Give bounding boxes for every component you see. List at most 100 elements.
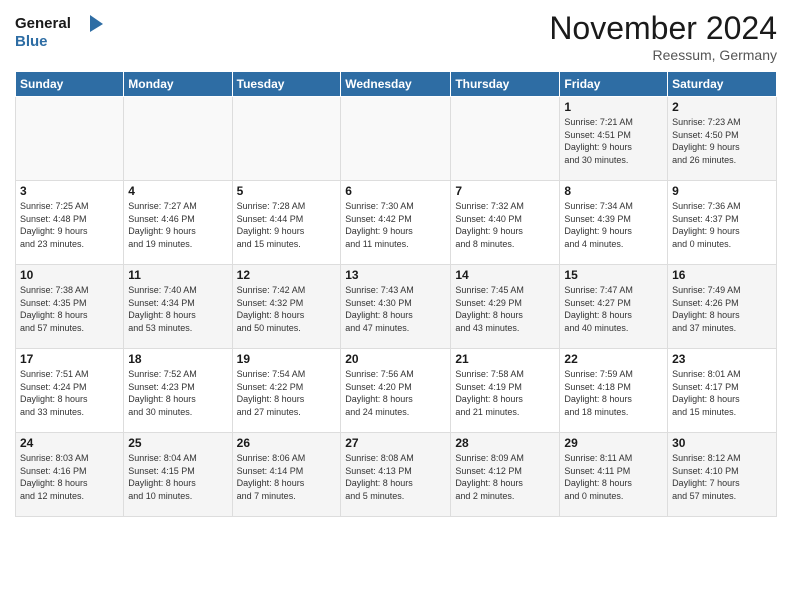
cell-1-2: 5 Sunrise: 7:28 AMSunset: 4:44 PMDaylight…	[232, 181, 341, 265]
header-thursday: Thursday	[451, 72, 560, 97]
logo-svg: General Blue	[15, 10, 105, 50]
day-info: Sunrise: 7:49 AMSunset: 4:26 PMDaylight:…	[672, 284, 772, 334]
week-row-0: 1 Sunrise: 7:21 AMSunset: 4:51 PMDaylight…	[16, 97, 777, 181]
day-number: 1	[564, 100, 663, 114]
day-info: Sunrise: 8:11 AMSunset: 4:11 PMDaylight:…	[564, 452, 663, 502]
cell-3-2: 19 Sunrise: 7:54 AMSunset: 4:22 PMDayligh…	[232, 349, 341, 433]
cell-4-6: 30 Sunrise: 8:12 AMSunset: 4:10 PMDayligh…	[668, 433, 777, 517]
day-info: Sunrise: 7:54 AMSunset: 4:22 PMDaylight:…	[237, 368, 337, 418]
logo: General Blue	[15, 10, 105, 50]
day-number: 6	[345, 184, 446, 198]
calendar-table: Sunday Monday Tuesday Wednesday Thursday…	[15, 71, 777, 517]
day-number: 26	[237, 436, 337, 450]
day-number: 3	[20, 184, 119, 198]
day-number: 18	[128, 352, 227, 366]
calendar-header: Sunday Monday Tuesday Wednesday Thursday…	[16, 72, 777, 97]
cell-1-6: 9Sunrise: 7:36 AMSunset: 4:37 PMDaylight…	[668, 181, 777, 265]
day-number: 21	[455, 352, 555, 366]
day-number: 25	[128, 436, 227, 450]
cell-0-1	[124, 97, 232, 181]
svg-text:Blue: Blue	[15, 33, 48, 50]
day-info: Sunrise: 7:23 AMSunset: 4:50 PMDaylight:…	[672, 116, 772, 166]
day-number: 8	[564, 184, 663, 198]
day-number: 2	[672, 100, 772, 114]
day-number: 28	[455, 436, 555, 450]
cell-1-0: 3 Sunrise: 7:25 AMSunset: 4:48 PMDaylight…	[16, 181, 124, 265]
location: Reessum, Germany	[549, 47, 777, 63]
header-saturday: Saturday	[668, 72, 777, 97]
cell-2-2: 12 Sunrise: 7:42 AMSunset: 4:32 PMDayligh…	[232, 265, 341, 349]
day-number: 10	[20, 268, 119, 282]
calendar-body: 1 Sunrise: 7:21 AMSunset: 4:51 PMDaylight…	[16, 97, 777, 517]
day-info: Sunrise: 7:43 AMSunset: 4:30 PMDaylight:…	[345, 284, 446, 334]
cell-0-5: 1 Sunrise: 7:21 AMSunset: 4:51 PMDaylight…	[560, 97, 668, 181]
day-info: Sunrise: 7:27 AMSunset: 4:46 PMDaylight:…	[128, 200, 227, 250]
day-number: 20	[345, 352, 446, 366]
cell-2-6: 16Sunrise: 7:49 AMSunset: 4:26 PMDayligh…	[668, 265, 777, 349]
cell-0-0	[16, 97, 124, 181]
day-number: 27	[345, 436, 446, 450]
day-info: Sunrise: 7:30 AMSunset: 4:42 PMDaylight:…	[345, 200, 446, 250]
header-wednesday: Wednesday	[341, 72, 451, 97]
day-number: 7	[455, 184, 555, 198]
day-info: Sunrise: 8:08 AMSunset: 4:13 PMDaylight:…	[345, 452, 446, 502]
week-row-1: 3 Sunrise: 7:25 AMSunset: 4:48 PMDaylight…	[16, 181, 777, 265]
day-number: 29	[564, 436, 663, 450]
week-row-2: 10Sunrise: 7:38 AMSunset: 4:35 PMDayligh…	[16, 265, 777, 349]
cell-1-1: 4Sunrise: 7:27 AMSunset: 4:46 PMDaylight…	[124, 181, 232, 265]
cell-4-3: 27 Sunrise: 8:08 AMSunset: 4:13 PMDayligh…	[341, 433, 451, 517]
header-monday: Monday	[124, 72, 232, 97]
day-info: Sunrise: 7:52 AMSunset: 4:23 PMDaylight:…	[128, 368, 227, 418]
cell-1-4: 7Sunrise: 7:32 AMSunset: 4:40 PMDaylight…	[451, 181, 560, 265]
day-info: Sunrise: 8:06 AMSunset: 4:14 PMDaylight:…	[237, 452, 337, 502]
day-info: Sunrise: 7:42 AMSunset: 4:32 PMDaylight:…	[237, 284, 337, 334]
cell-3-0: 17 Sunrise: 7:51 AMSunset: 4:24 PMDayligh…	[16, 349, 124, 433]
day-number: 17	[20, 352, 119, 366]
cell-2-1: 11Sunrise: 7:40 AMSunset: 4:34 PMDayligh…	[124, 265, 232, 349]
day-info: Sunrise: 8:04 AMSunset: 4:15 PMDaylight:…	[128, 452, 227, 502]
cell-4-1: 25 Sunrise: 8:04 AMSunset: 4:15 PMDayligh…	[124, 433, 232, 517]
day-info: Sunrise: 7:21 AMSunset: 4:51 PMDaylight:…	[564, 116, 663, 166]
day-number: 5	[237, 184, 337, 198]
day-info: Sunrise: 7:58 AMSunset: 4:19 PMDaylight:…	[455, 368, 555, 418]
day-info: Sunrise: 7:51 AMSunset: 4:24 PMDaylight:…	[20, 368, 119, 418]
cell-2-3: 13Sunrise: 7:43 AMSunset: 4:30 PMDayligh…	[341, 265, 451, 349]
cell-2-5: 15 Sunrise: 7:47 AMSunset: 4:27 PMDayligh…	[560, 265, 668, 349]
day-info: Sunrise: 8:09 AMSunset: 4:12 PMDaylight:…	[455, 452, 555, 502]
day-number: 23	[672, 352, 772, 366]
cell-0-4	[451, 97, 560, 181]
day-info: Sunrise: 8:03 AMSunset: 4:16 PMDaylight:…	[20, 452, 119, 502]
cell-3-6: 23 Sunrise: 8:01 AMSunset: 4:17 PMDayligh…	[668, 349, 777, 433]
day-info: Sunrise: 7:45 AMSunset: 4:29 PMDaylight:…	[455, 284, 555, 334]
cell-4-2: 26 Sunrise: 8:06 AMSunset: 4:14 PMDayligh…	[232, 433, 341, 517]
cell-3-5: 22Sunrise: 7:59 AMSunset: 4:18 PMDayligh…	[560, 349, 668, 433]
day-number: 30	[672, 436, 772, 450]
day-info: Sunrise: 8:01 AMSunset: 4:17 PMDaylight:…	[672, 368, 772, 418]
day-info: Sunrise: 7:59 AMSunset: 4:18 PMDaylight:…	[564, 368, 663, 418]
title-section: November 2024 Reessum, Germany	[549, 10, 777, 63]
cell-0-6: 2 Sunrise: 7:23 AMSunset: 4:50 PMDaylight…	[668, 97, 777, 181]
day-info: Sunrise: 8:12 AMSunset: 4:10 PMDaylight:…	[672, 452, 772, 502]
header-sunday: Sunday	[16, 72, 124, 97]
svg-text:General: General	[15, 15, 71, 32]
day-info: Sunrise: 7:47 AMSunset: 4:27 PMDaylight:…	[564, 284, 663, 334]
day-number: 12	[237, 268, 337, 282]
cell-2-0: 10Sunrise: 7:38 AMSunset: 4:35 PMDayligh…	[16, 265, 124, 349]
day-info: Sunrise: 7:34 AMSunset: 4:39 PMDaylight:…	[564, 200, 663, 250]
header: General Blue November 2024 Reessum, Germ…	[15, 10, 777, 63]
day-number: 19	[237, 352, 337, 366]
cell-4-4: 28 Sunrise: 8:09 AMSunset: 4:12 PMDayligh…	[451, 433, 560, 517]
day-info: Sunrise: 7:25 AMSunset: 4:48 PMDaylight:…	[20, 200, 119, 250]
header-row: Sunday Monday Tuesday Wednesday Thursday…	[16, 72, 777, 97]
day-number: 9	[672, 184, 772, 198]
week-row-4: 24Sunrise: 8:03 AMSunset: 4:16 PMDayligh…	[16, 433, 777, 517]
day-info: Sunrise: 7:56 AMSunset: 4:20 PMDaylight:…	[345, 368, 446, 418]
week-row-3: 17 Sunrise: 7:51 AMSunset: 4:24 PMDayligh…	[16, 349, 777, 433]
header-tuesday: Tuesday	[232, 72, 341, 97]
cell-4-0: 24Sunrise: 8:03 AMSunset: 4:16 PMDayligh…	[16, 433, 124, 517]
day-info: Sunrise: 7:28 AMSunset: 4:44 PMDaylight:…	[237, 200, 337, 250]
cell-3-3: 20 Sunrise: 7:56 AMSunset: 4:20 PMDayligh…	[341, 349, 451, 433]
day-number: 15	[564, 268, 663, 282]
page: General Blue November 2024 Reessum, Germ…	[0, 0, 792, 612]
cell-1-3: 6 Sunrise: 7:30 AMSunset: 4:42 PMDaylight…	[341, 181, 451, 265]
